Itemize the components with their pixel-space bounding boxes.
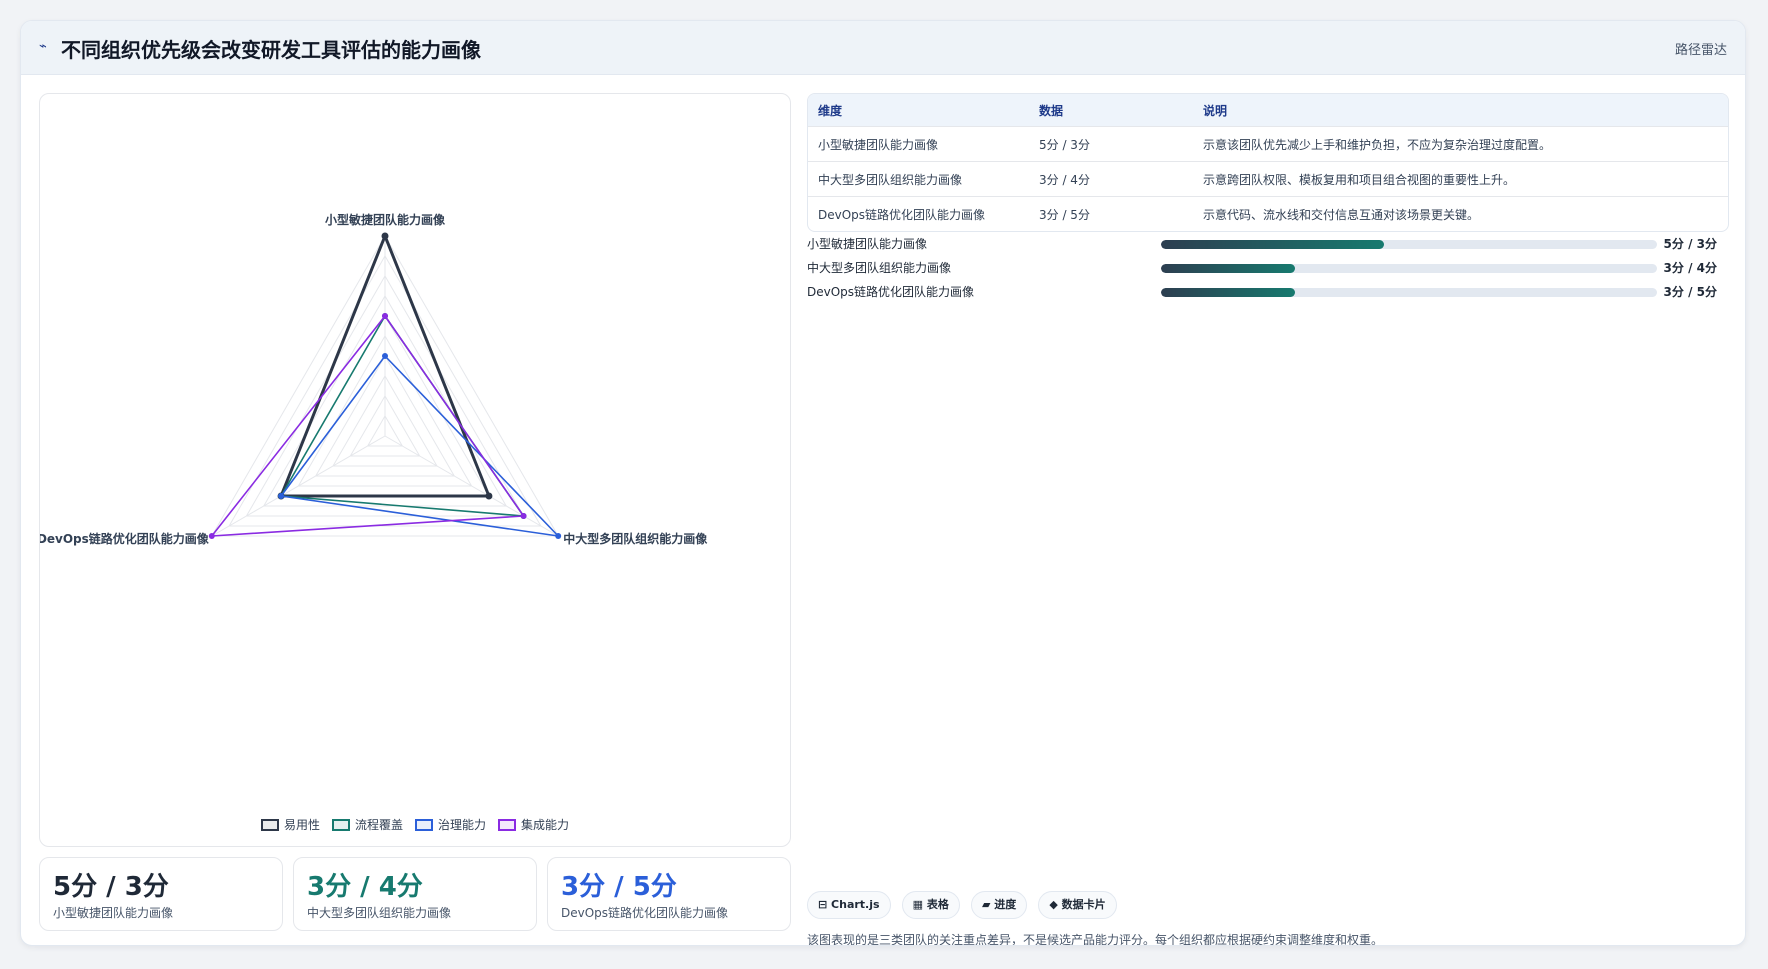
table-header: 数据 xyxy=(1029,94,1193,126)
series-point xyxy=(520,513,527,519)
stat-label: 中大型多团队组织能力画像 xyxy=(307,906,452,920)
chip-table[interactable]: ▦ 表格 xyxy=(901,891,960,919)
table-cell: 示意跨团队权限、模板复用和项目组合视图的重要性上升。 xyxy=(1193,161,1728,196)
table-cell: 3分 / 4分 xyxy=(1029,161,1193,196)
page-title: 不同组织优先级会改变研发工具评估的能力画像 xyxy=(61,38,481,62)
table-row: 小型敏捷团队能力画像 5分 / 3分 示意该团队优先减少上手和维护负担，不应为复… xyxy=(808,126,1728,161)
table-cell: 小型敏捷团队能力画像 xyxy=(808,126,1029,161)
table-row: DevOps链路优化团队能力画像 3分 / 5分 示意代码、流水线和交付信息互通… xyxy=(808,196,1728,231)
legend-label: 集成能力 xyxy=(521,818,570,832)
stat-card-multi-team: 3分 / 4分 中大型多团队组织能力画像 xyxy=(293,857,537,931)
legend-swatch xyxy=(331,819,350,831)
table-header: 维度 xyxy=(808,94,1029,126)
progress-row: 中大型多团队组织能力画像 3分 / 4分 xyxy=(807,257,1729,281)
stat-value: 3分 / 4分 xyxy=(307,872,423,902)
feature-chips: ⊟ Chart.js ▦ 表格 ▰ 进度 ◆ 数据卡片 xyxy=(807,891,1123,919)
table-cell: 5分 / 3分 xyxy=(1029,126,1193,161)
legend-swatch xyxy=(260,819,279,831)
table-cell: 示意该团队优先减少上手和维护负担，不应为复杂治理过度配置。 xyxy=(1193,126,1728,161)
progress-value: 5分 / 3分 xyxy=(1663,237,1717,251)
chip-data-card[interactable]: ◆ 数据卡片 xyxy=(1038,891,1117,919)
table-cell: 3分 / 5分 xyxy=(1029,196,1193,231)
axis-label: 中大型多团队组织能力画像 xyxy=(563,531,708,546)
stat-label: 小型敏捷团队能力画像 xyxy=(53,906,174,920)
table-row: 中大型多团队组织能力画像 3分 / 4分 示意跨团队权限、模板复用和项目组合视图… xyxy=(808,161,1728,196)
legend-label: 流程覆盖 xyxy=(354,818,403,832)
progress-fill xyxy=(1161,288,1295,297)
progress-value: 3分 / 5分 xyxy=(1663,285,1717,299)
main-card: ⌁ 不同组织优先级会改变研发工具评估的能力画像 路径雷达 小型敏捷团队能力画像中… xyxy=(20,20,1746,946)
footnote: 该图表现的是三类团队的关注重点差异，不是候选产品能力评分。每个组织都应根据硬约束… xyxy=(807,933,1384,946)
axis-label: DevOps链路优化团队能力画像 xyxy=(40,531,210,546)
series-point xyxy=(382,313,388,319)
legend-item[interactable]: 治理能力 xyxy=(415,816,486,833)
progress-fill xyxy=(1161,264,1295,273)
table-cell: DevOps链路优化团队能力画像 xyxy=(808,196,1029,231)
table-header: 说明 xyxy=(1193,94,1728,126)
legend-swatch xyxy=(498,819,517,831)
axis-label: 小型敏捷团队能力画像 xyxy=(325,212,446,227)
radar-chart-panel: 小型敏捷团队能力画像中大型多团队组织能力画像 DevOps链路优化团队能力画像 易… xyxy=(39,93,791,847)
progress-label: DevOps链路优化团队能力画像 xyxy=(807,285,975,299)
series-point xyxy=(485,492,493,500)
series-point xyxy=(382,353,388,359)
chart-type-tag: 路径雷达 xyxy=(1674,43,1727,58)
radar-chart: 小型敏捷团队能力画像中大型多团队组织能力画像 DevOps链路优化团队能力画像 xyxy=(40,212,708,546)
chart-line-icon: ⌁ xyxy=(39,39,47,54)
series-point xyxy=(278,493,285,499)
legend-item[interactable]: 集成能力 xyxy=(498,816,569,833)
stat-cards: 5分 / 3分 小型敏捷团队能力画像 3分 / 4分 中大型多团队组织能力画像 … xyxy=(39,857,791,931)
header: ⌁ 不同组织优先级会改变研发工具评估的能力画像 路径雷达 xyxy=(21,21,1745,75)
table-cell: 示意代码、流水线和交付信息互通对该场景更关键。 xyxy=(1193,196,1728,231)
stat-card-devops-team: 3分 / 5分 DevOps链路优化团队能力画像 xyxy=(547,857,791,931)
series-point xyxy=(555,533,562,539)
legend-swatch xyxy=(415,819,433,831)
stat-label: DevOps链路优化团队能力画像 xyxy=(561,906,729,920)
progress-label: 中大型多团队组织能力画像 xyxy=(807,261,952,275)
stat-card-small-team: 5分 / 3分 小型敏捷团队能力画像 xyxy=(39,857,283,931)
series-point xyxy=(381,232,389,240)
progress-fill xyxy=(1161,240,1385,249)
progress-track xyxy=(1161,240,1657,249)
stat-value: 3分 / 5分 xyxy=(561,872,677,902)
table-cell: 中大型多团队组织能力画像 xyxy=(808,161,1029,196)
chart-legend: 易用性 流程覆盖 治理能力 集成能力 xyxy=(40,816,790,833)
progress-track xyxy=(1161,264,1657,273)
progress-label: 小型敏捷团队能力画像 xyxy=(807,237,928,251)
legend-item[interactable]: 流程覆盖 xyxy=(331,816,403,833)
series-point xyxy=(208,533,215,539)
progress-row: 小型敏捷团队能力画像 5分 / 3分 xyxy=(807,233,1729,257)
chip-progress[interactable]: ▰ 进度 xyxy=(970,891,1028,919)
table-header-row: 维度 数据 说明 xyxy=(808,94,1728,126)
progress-track xyxy=(1161,288,1657,297)
legend-label: 易用性 xyxy=(283,818,320,832)
legend-label: 治理能力 xyxy=(438,818,487,832)
legend-item[interactable]: 易用性 xyxy=(260,816,320,833)
data-table: 维度 数据 说明 小型敏捷团队能力画像 5分 / 3分 示意该团队优先减少上手和… xyxy=(807,93,1729,232)
progress-value: 3分 / 4分 xyxy=(1663,261,1717,275)
progress-row: DevOps链路优化团队能力画像 3分 / 5分 xyxy=(807,281,1729,305)
right-panel: 维度 数据 说明 小型敏捷团队能力画像 5分 / 3分 示意该团队优先减少上手和… xyxy=(807,93,1729,945)
progress-list: 小型敏捷团队能力画像 5分 / 3分 中大型多团队组织能力画像 3分 / 4分 … xyxy=(807,233,1729,305)
stat-value: 5分 / 3分 xyxy=(53,872,169,902)
chip-chartjs[interactable]: ⊟ Chart.js xyxy=(807,891,891,919)
